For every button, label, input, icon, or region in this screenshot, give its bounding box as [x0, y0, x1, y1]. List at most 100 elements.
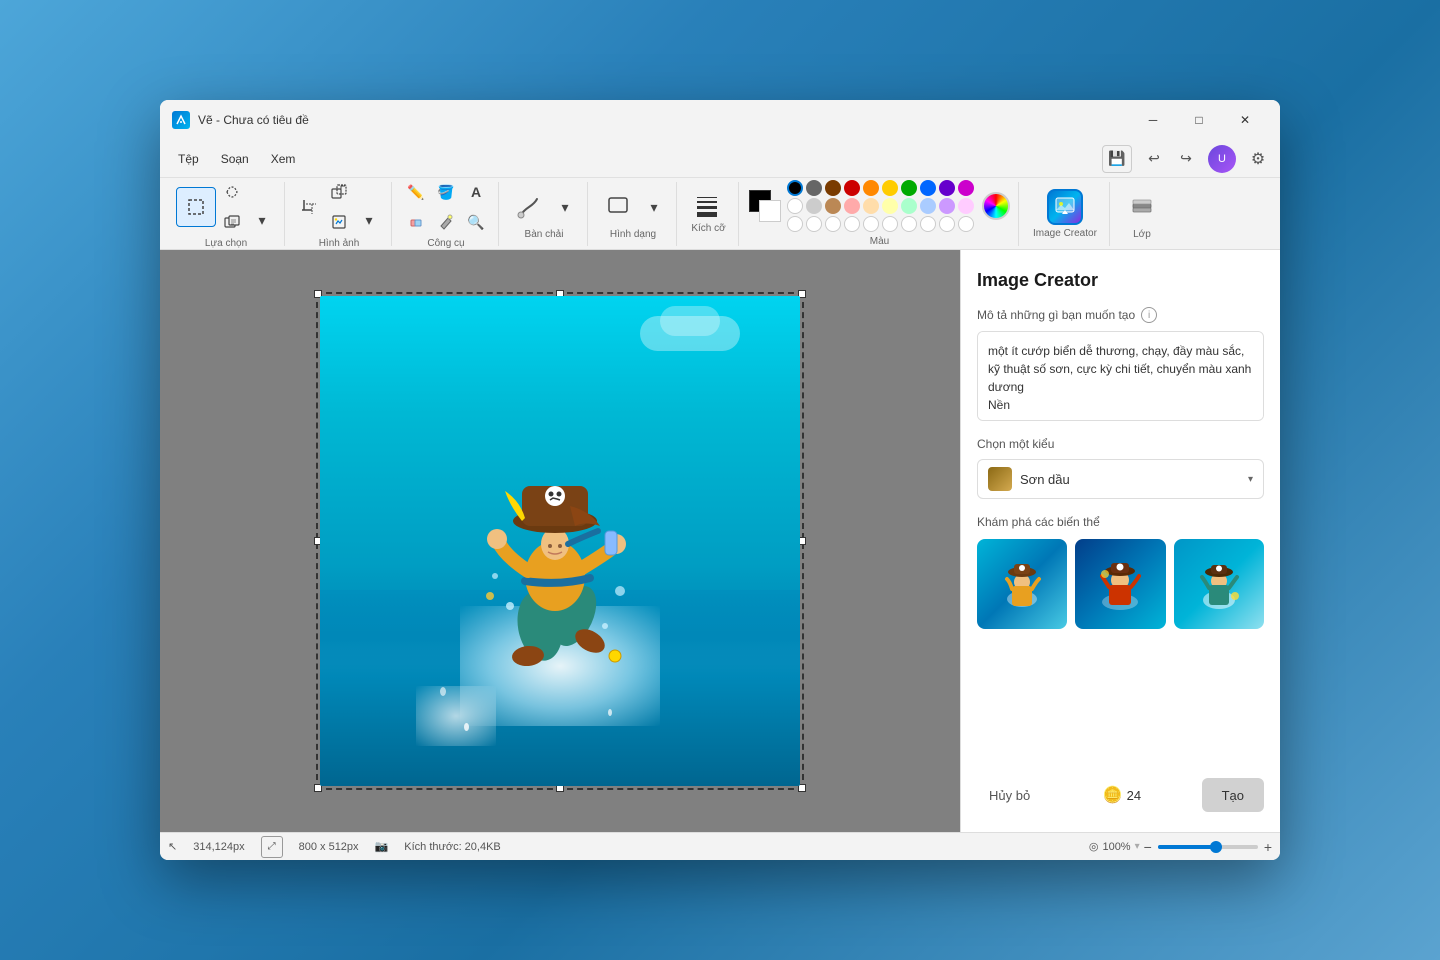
layers-button[interactable]	[1122, 187, 1162, 227]
color-pink[interactable]	[844, 198, 860, 214]
prompt-info-icon[interactable]: i	[1141, 307, 1157, 323]
color-peach[interactable]	[863, 198, 879, 214]
shapes-group: ▾ Hình dạng	[590, 182, 677, 246]
color-empty-9[interactable]	[939, 216, 955, 232]
zoom-out-button[interactable]: −	[1144, 839, 1152, 855]
variant-1[interactable]	[977, 539, 1067, 629]
color-lightgray[interactable]	[806, 198, 822, 214]
color-picker[interactable]	[432, 208, 460, 236]
eraser-tool[interactable]	[402, 208, 430, 236]
brush-expand[interactable]: ▾	[551, 193, 579, 221]
color-empty-4[interactable]	[844, 216, 860, 232]
select-label: Lựa chọn	[205, 238, 247, 249]
select-tool[interactable]	[176, 187, 216, 227]
color-empty-10[interactable]	[958, 216, 974, 232]
fill-tool[interactable]: 🪣	[432, 178, 460, 206]
color-empty-5[interactable]	[863, 216, 879, 232]
prompt-textarea[interactable]: một ít cướp biển dễ thương, chạy, đầy mà…	[977, 331, 1264, 421]
variant-2[interactable]	[1075, 539, 1165, 629]
undo-button[interactable]: ↩	[1140, 145, 1168, 173]
title-bar-left: Vẽ - Chưa có tiêu đề	[172, 111, 309, 129]
zoom-control: − +	[1144, 839, 1272, 855]
zoom-in-button[interactable]: +	[1264, 839, 1272, 855]
color-magenta[interactable]	[958, 180, 974, 196]
create-button[interactable]: Tạo	[1202, 778, 1264, 812]
zoom-slider[interactable]	[1158, 845, 1258, 849]
color-black[interactable]	[787, 180, 803, 196]
text-tool[interactable]: A	[462, 178, 490, 206]
style-select[interactable]: Sơn dầu ▾	[977, 459, 1264, 499]
color-empty-8[interactable]	[920, 216, 936, 232]
color-red[interactable]	[844, 180, 860, 196]
color-white[interactable]	[787, 198, 803, 214]
draw-tools: ✏️ 🪣 A	[402, 178, 490, 206]
shapes-expand[interactable]: ▾	[640, 193, 668, 221]
save-button[interactable]: 💾	[1102, 145, 1132, 173]
color-lavender[interactable]	[939, 198, 955, 214]
variants-grid	[977, 539, 1264, 629]
settings-icon[interactable]: ⚙	[1244, 145, 1272, 173]
color-tan[interactable]	[825, 198, 841, 214]
menu-view[interactable]: Xem	[261, 148, 306, 170]
expand-button[interactable]: ⤢	[261, 836, 283, 858]
color-blue[interactable]	[920, 180, 936, 196]
zoom-slider-fill	[1158, 845, 1218, 849]
image-creator-toolbar-btn[interactable]: Image Creator	[1021, 182, 1110, 246]
layers-group: Lớp	[1112, 182, 1172, 246]
image-creator-label: Image Creator	[1033, 228, 1097, 239]
color-empty-2[interactable]	[806, 216, 822, 232]
prompt-label: Mô tả những gì bạn muốn tạo i	[977, 307, 1264, 323]
color-picker-button[interactable]	[982, 192, 1010, 220]
style-label: Chọn một kiểu	[977, 437, 1264, 451]
cancel-button[interactable]: Hủy bỏ	[977, 780, 1042, 811]
color-empty-3[interactable]	[825, 216, 841, 232]
color-gray[interactable]	[806, 180, 822, 196]
variant-3[interactable]	[1174, 539, 1264, 629]
color-green[interactable]	[901, 180, 917, 196]
main-content: Image Creator Mô tả những gì bạn muốn tạ…	[160, 250, 1280, 832]
color-purple[interactable]	[939, 180, 955, 196]
zoom-slider-thumb	[1210, 841, 1222, 853]
pencil-tool[interactable]: ✏️	[402, 178, 430, 206]
coin-icon: 🪙	[1103, 785, 1123, 805]
image-ops[interactable]	[218, 208, 246, 236]
color-lightblue[interactable]	[920, 198, 936, 214]
color-yellow[interactable]	[882, 180, 898, 196]
menu-bar-right: 💾 ↩ ↪ U ⚙	[1102, 145, 1272, 173]
canvas-area[interactable]	[160, 250, 960, 832]
user-avatar[interactable]: U	[1208, 145, 1236, 173]
brush-label: Bàn chải	[525, 229, 564, 240]
image-import[interactable]	[325, 208, 353, 236]
window-title: Vẽ - Chưa có tiêu đề	[198, 113, 309, 127]
color-mint[interactable]	[901, 198, 917, 214]
file-size: Kích thước: 20,4KB	[404, 841, 501, 853]
color-empty-6[interactable]	[882, 216, 898, 232]
shape-tools: ▾	[598, 187, 668, 227]
minimize-button[interactable]: ─	[1130, 104, 1176, 136]
zoom-tool[interactable]: 🔍	[462, 208, 490, 236]
color-group: Màu	[741, 182, 1019, 246]
color-lightyellow[interactable]	[882, 198, 898, 214]
menu-edit[interactable]: Soạn	[211, 148, 259, 170]
color-brown[interactable]	[825, 180, 841, 196]
select-tools: ▾	[176, 178, 276, 236]
select-expand[interactable]: ▾	[248, 206, 276, 234]
crop-tool[interactable]	[295, 193, 323, 221]
variant-scene-3	[1174, 539, 1264, 629]
menu-file[interactable]: Tệp	[168, 148, 209, 170]
image-expand[interactable]: ▾	[355, 206, 383, 234]
close-button[interactable]: ✕	[1222, 104, 1268, 136]
maximize-button[interactable]: □	[1176, 104, 1222, 136]
shape-selector[interactable]	[598, 187, 638, 227]
freeform-select[interactable]	[218, 178, 246, 206]
window-controls: ─ □ ✕	[1130, 104, 1268, 136]
color-empty-1[interactable]	[787, 216, 803, 232]
color-grid-row3	[787, 216, 976, 232]
brush-selector[interactable]	[509, 187, 549, 227]
color-lilac[interactable]	[958, 198, 974, 214]
color-orange[interactable]	[863, 180, 879, 196]
undo-redo-group: ↩ ↪	[1140, 145, 1200, 173]
resize-tool[interactable]	[325, 178, 353, 206]
color-empty-7[interactable]	[901, 216, 917, 232]
redo-button[interactable]: ↪	[1172, 145, 1200, 173]
